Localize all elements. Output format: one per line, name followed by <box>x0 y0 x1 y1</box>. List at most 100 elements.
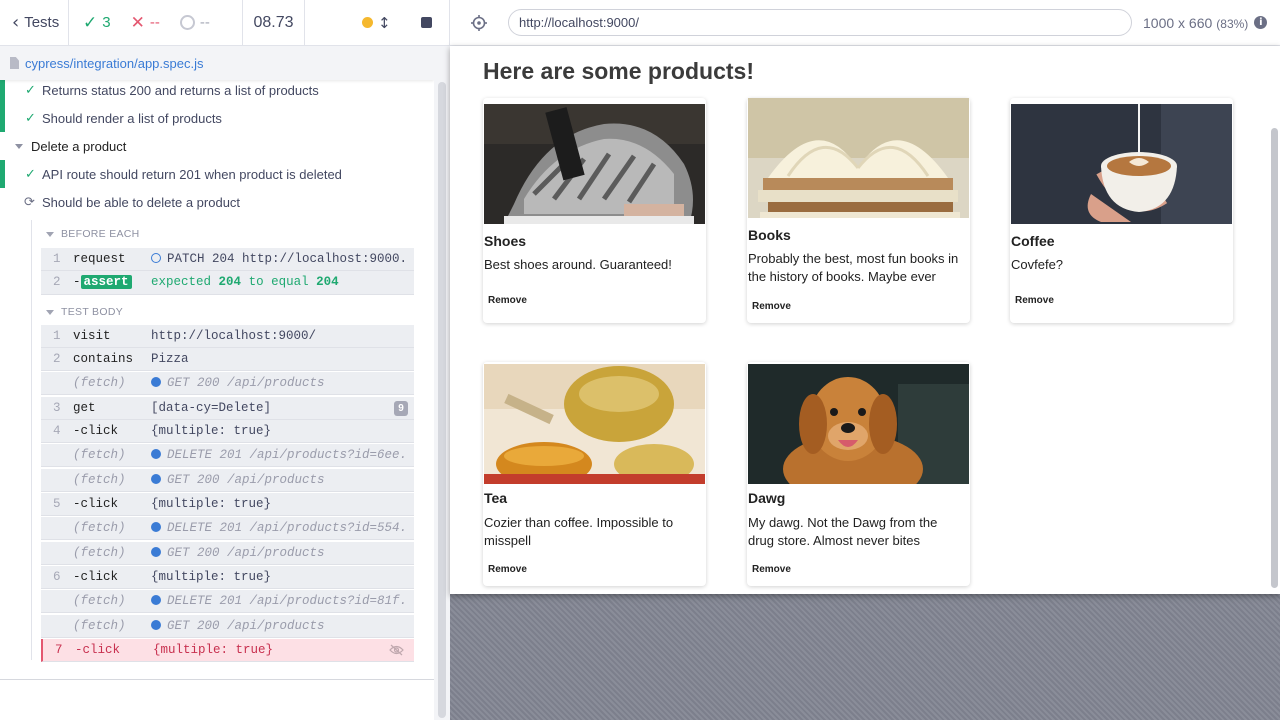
hook-test-body[interactable]: TEST BODY <box>46 303 123 321</box>
test-stats: ✓ 3 ✕ -- -- <box>69 0 243 45</box>
product-title: Dawg <box>748 490 786 506</box>
product-description: Probably the best, most fun books in the… <box>748 251 959 284</box>
fetch-row[interactable]: (fetch) GET 200 /api/products <box>41 542 414 565</box>
remove-button[interactable]: Remove <box>752 301 791 312</box>
reporter-header: ‹ Tests ✓ 3 ✕ -- -- 08.73 ↕ <box>0 0 450 46</box>
product-description: Cozier than coffee. Impossible to misspe… <box>484 515 674 548</box>
tests-label: Tests <box>24 14 60 31</box>
remove-button[interactable]: Remove <box>752 564 791 575</box>
viewport-scale: (83%) <box>1216 16 1249 31</box>
remove-button[interactable]: Remove <box>488 564 527 575</box>
fetch-row[interactable]: (fetch) DELETE 201 /api/products?id=554.… <box>41 517 414 540</box>
product-card: Coffee Covfefe? Remove <box>1010 98 1233 323</box>
product-description: Best shoes around. Guaranteed! <box>484 257 672 272</box>
caret-down-icon <box>46 231 54 237</box>
command-number: 2 <box>53 352 61 366</box>
selector-playground-icon[interactable] <box>450 14 508 31</box>
command-number: 1 <box>53 329 61 343</box>
url-input[interactable] <box>508 9 1132 36</box>
auto-scroll-indicator-icon[interactable] <box>362 17 373 28</box>
product-description: My dawg. Not the Dawg from the drug stor… <box>748 515 938 548</box>
command-message: GET 200 /api/products <box>151 546 406 560</box>
x-icon: ✕ <box>130 12 145 33</box>
command-message: expected 204 to equal 204 <box>151 275 406 289</box>
test-title: API route should return 201 when product… <box>42 166 342 182</box>
command-name: (fetch) <box>73 473 126 487</box>
command-message-text: GET 200 /api/products <box>167 546 325 560</box>
command-row[interactable]: 2 - assert expected 204 to equal 204 <box>41 271 414 295</box>
reporter-scrollbar[interactable] <box>438 82 446 718</box>
test-item[interactable]: ✓ Should render a list of products <box>0 104 434 132</box>
pending-count: -- <box>199 14 210 31</box>
assert-value: 204 <box>218 275 242 289</box>
suite-item[interactable]: Delete a product <box>0 132 434 160</box>
command-message-text: DELETE 201 /api/products?id=554... <box>167 521 406 535</box>
check-icon: ✓ <box>25 110 36 126</box>
product-title: Coffee <box>1011 233 1055 249</box>
passed-bar <box>0 76 5 104</box>
tests-button[interactable]: ‹ Tests <box>0 0 69 45</box>
command-message: {multiple: true} <box>151 570 272 584</box>
remove-button[interactable]: Remove <box>1015 295 1054 306</box>
command-message: GET 200 /api/products <box>151 619 406 633</box>
stop-icon[interactable] <box>420 17 432 28</box>
command-name: -click <box>73 424 119 438</box>
assert-text: to equal <box>248 275 309 289</box>
command-name: (fetch) <box>73 619 126 633</box>
product-title: Books <box>748 227 791 243</box>
fetch-row[interactable]: (fetch) DELETE 201 /api/products?id=81f.… <box>41 590 414 613</box>
passed-bar <box>0 104 5 132</box>
command-number: 7 <box>55 643 63 657</box>
command-row[interactable]: 1 visit http://localhost:9000/ <box>41 325 414 348</box>
command-name: request <box>73 252 126 266</box>
product-title: Shoes <box>484 233 527 249</box>
command-name: -click <box>73 497 119 511</box>
hook-before-each[interactable]: BEFORE EACH <box>46 225 140 243</box>
command-row[interactable]: 6 -click {multiple: true} <box>41 566 414 589</box>
spec-file-link[interactable]: cypress/integration/app.spec.js <box>25 56 203 71</box>
product-image-dawg <box>748 364 969 484</box>
auto-scroll-arrows-icon[interactable]: ↕ <box>378 14 391 32</box>
test-title: Should render a list of products <box>42 110 222 126</box>
command-message: GET 200 /api/products <box>151 376 406 390</box>
caret-down-icon <box>15 143 23 149</box>
test-item-running[interactable]: ⟳ Should be able to delete a product <box>0 188 434 216</box>
command-name: contains <box>73 352 134 366</box>
command-message: GET 200 /api/products <box>151 473 406 487</box>
request-dot-icon <box>151 522 161 532</box>
request-dot-icon <box>151 620 161 630</box>
command-message: http://localhost:9000/ <box>151 329 317 343</box>
test-title: Returns status 200 and returns a list of… <box>42 82 319 98</box>
command-name: (fetch) <box>73 594 126 608</box>
command-row[interactable]: 2 contains Pizza <box>41 348 414 371</box>
request-dot-icon <box>151 474 161 484</box>
failed-count: -- <box>149 14 160 31</box>
fetch-row[interactable]: (fetch) GET 200 /api/products <box>41 615 414 638</box>
app-scrollbar[interactable] <box>1271 128 1278 588</box>
page-title: Here are some products! <box>483 58 754 84</box>
test-item[interactable]: ✓ Returns status 200 and returns a list … <box>0 76 434 104</box>
command-row[interactable]: 1 request PATCH 204 http://localhost:900… <box>41 248 414 271</box>
product-card: Tea Cozier than coffee. Impossible to mi… <box>483 362 706 586</box>
command-row[interactable]: 3 get [data-cy=Delete] 9 <box>41 397 414 420</box>
passed-count: 3 <box>102 14 111 31</box>
hook-title: TEST BODY <box>61 306 124 318</box>
app-url-bar: 1000 x 660(83%) i <box>450 0 1280 46</box>
command-message: {multiple: true} <box>153 643 274 657</box>
command-row[interactable]: 4 -click {multiple: true} <box>41 420 414 443</box>
fetch-row[interactable]: (fetch) DELETE 201 /api/products?id=6ee.… <box>41 444 414 467</box>
command-name: visit <box>73 329 111 343</box>
assert-value: 204 <box>316 275 339 289</box>
command-message-text: DELETE 201 /api/products?id=81f... <box>167 594 406 608</box>
fetch-row[interactable]: (fetch) GET 200 /api/products <box>41 469 414 492</box>
test-item[interactable]: ✓ API route should return 201 when produ… <box>0 160 434 188</box>
command-row-active[interactable]: 7 -click {multiple: true} <box>41 639 414 662</box>
remove-button[interactable]: Remove <box>488 295 527 306</box>
command-message-text: GET 200 /api/products <box>167 376 325 390</box>
fetch-row[interactable]: (fetch) GET 200 /api/products <box>41 372 414 395</box>
command-row[interactable]: 5 -click {multiple: true} <box>41 493 414 516</box>
chevron-left-icon: ‹ <box>12 12 20 33</box>
command-name: -click <box>75 643 121 657</box>
command-message-text: PATCH 204 http://localhost:9000... <box>167 252 406 266</box>
info-icon[interactable]: i <box>1254 16 1268 29</box>
